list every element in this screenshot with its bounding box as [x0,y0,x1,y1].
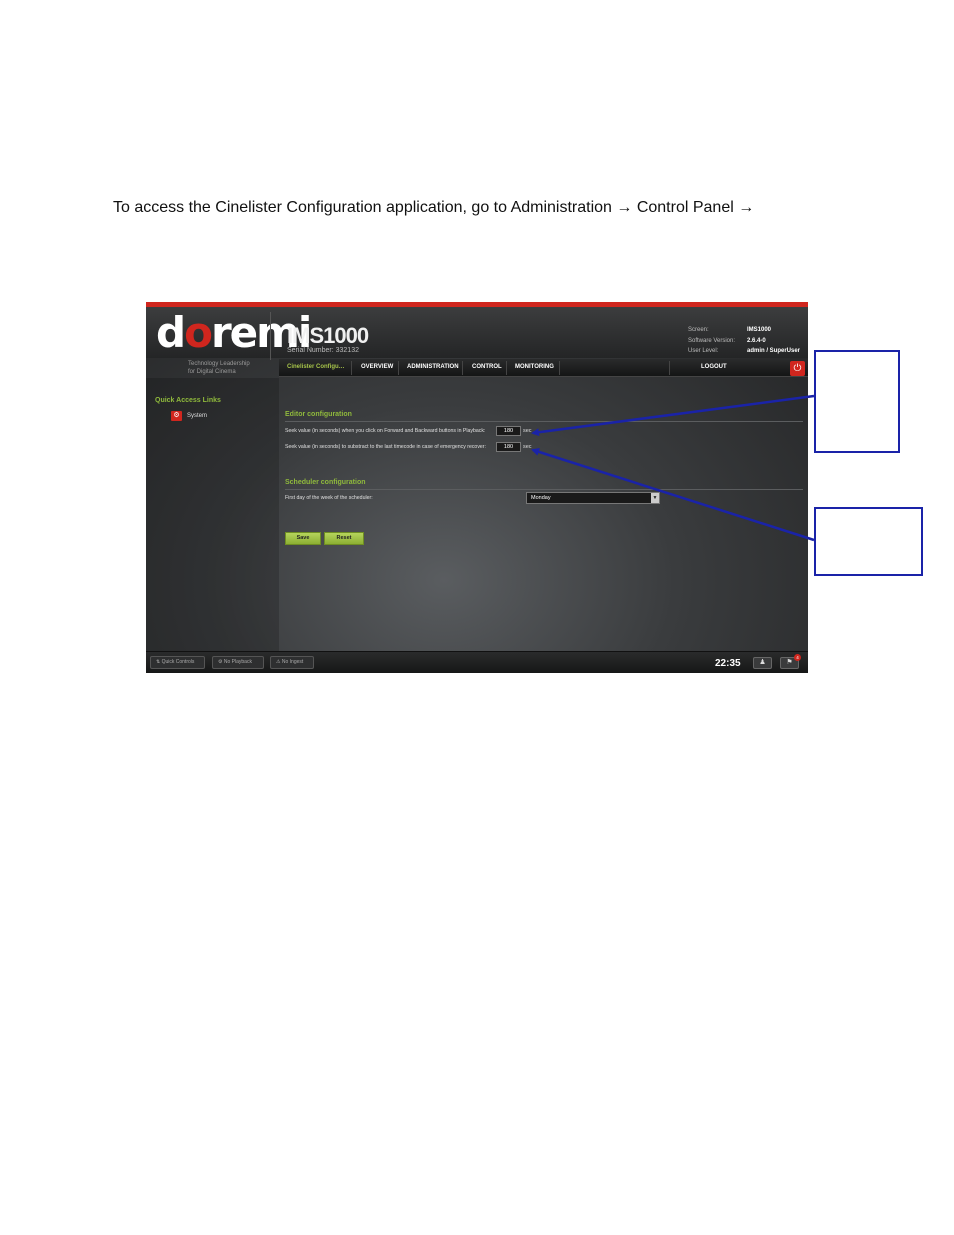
seek-recover-label: Seek value (in seconds) to substract to … [285,444,486,450]
nav-separator [559,361,560,375]
model-title: IMS1000 [287,323,369,348]
software-version-label: Software Version: [688,337,736,344]
doremi-screenshot: doremi IMS1000 Serial Number: 332132 Scr… [146,302,808,673]
tagline-line-2: for Digital Cinema [188,369,236,375]
section-divider [285,421,803,422]
section-divider [285,489,803,490]
system-icon[interactable]: ⚙ [171,411,182,421]
nav-separator [351,361,352,375]
nav-separator [506,361,507,375]
quick-controls-label: Quick Controls [161,659,195,665]
serial-number: Serial Number: 332132 [287,347,359,354]
no-playback-label: No Playback [223,659,252,665]
sidebar [146,378,279,651]
seek-forward-label: Seek value (in seconds) when you click o… [285,428,486,434]
user-level-value: admin / SuperUser [747,348,801,354]
clock: 22:35 [715,658,741,669]
nav-separator [669,361,670,375]
nav-separator [462,361,463,375]
quick-controls-button[interactable]: ⇅ Quick Controls [150,656,205,669]
logout-link[interactable]: LOGOUT [701,364,727,370]
first-day-value: Monday [531,495,551,501]
tab-administration[interactable]: ADMINISTRATION [407,364,459,370]
system-link[interactable]: System [187,413,207,419]
tagline: Technology Leadership for Digital Cinema [188,360,250,376]
no-playback-button[interactable]: ⚙ No Playback [212,656,264,669]
tagline-line-1: Technology Leadership [188,361,250,367]
seek-forward-unit: sec [523,428,532,434]
reset-button[interactable]: Reset [324,532,364,545]
user-icon[interactable]: ♟ [753,657,772,669]
screen-label: Screen: [688,327,709,333]
seek-forward-input[interactable]: 180 [496,426,521,436]
tab-overview[interactable]: OVERVIEW [361,364,393,370]
no-ingest-button[interactable]: ⚠ No Ingest [270,656,314,669]
first-day-label: First day of the week of the scheduler: [285,495,373,501]
chevron-down-icon[interactable]: ▼ [651,493,659,503]
software-version-value: 2.6.4-0 [747,337,766,344]
seek-recover-input[interactable]: 180 [496,442,521,452]
editor-config-title: Editor configuration [285,411,352,418]
callout-box-1 [814,350,900,453]
status-footer: ⇅ Quick Controls ⚙ No Playback ⚠ No Inge… [146,651,808,673]
power-icon[interactable]: ⏻ [790,361,805,376]
nav-separator [398,361,399,375]
tab-monitoring[interactable]: MONITORING [515,364,554,370]
first-day-select[interactable]: Monday ▼ [526,492,660,504]
quick-access-title: Quick Access Links [155,397,221,404]
scheduler-config-title: Scheduler configuration [285,479,366,486]
app-header: doremi IMS1000 Serial Number: 332132 Scr… [146,307,808,360]
main-content: Editor configuration Seek value (in seco… [279,378,808,651]
user-level-label: User Level: [688,348,719,354]
notification-badge: 4 [794,654,801,661]
main-nav: Cinelister Configu… OVERVIEW ADMINISTRAT… [279,359,808,377]
instruction-text: To access the Cinelister Configuration a… [113,199,755,216]
system-info-values: IMS1000 2.6.4-0 admin / SuperUser [747,325,800,357]
no-ingest-label: No Ingest [281,659,304,665]
callout-box-2 [814,507,923,576]
header-divider [270,312,271,360]
seek-recover-unit: sec [523,444,532,450]
tab-cinelister-config[interactable]: Cinelister Configu… [287,364,345,370]
save-button[interactable]: Save [285,532,321,545]
system-info-labels: Screen: Software Version: User Level: [688,325,735,357]
screen-value: IMS1000 [747,327,772,333]
tab-control[interactable]: CONTROL [472,364,502,370]
